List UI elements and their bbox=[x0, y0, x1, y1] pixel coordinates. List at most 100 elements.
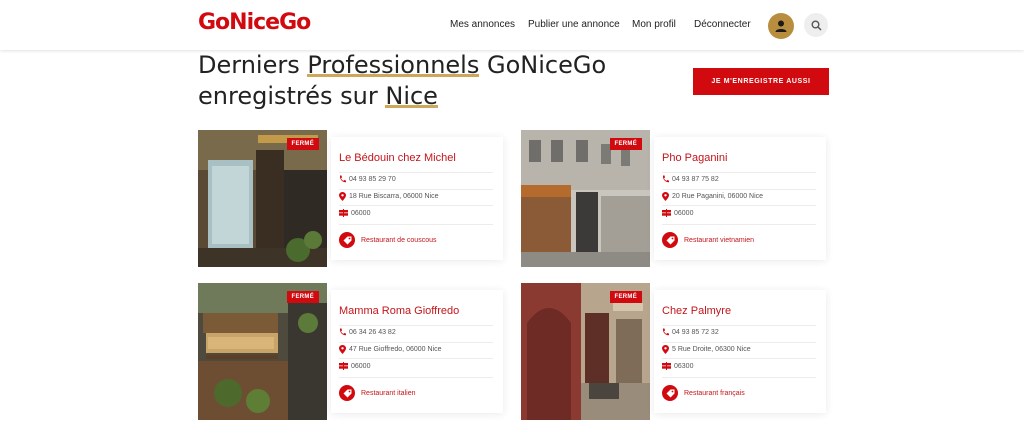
divider bbox=[339, 224, 493, 225]
card-info: Mamma Roma Gioffredo 06 34 26 43 82 47 R… bbox=[331, 290, 503, 413]
postcode: 06000 bbox=[351, 362, 371, 370]
phone-icon bbox=[662, 175, 669, 183]
phone-row: 06 34 26 43 82 bbox=[339, 328, 396, 336]
status-badge: FERMÉ bbox=[286, 291, 319, 303]
postcode-row: 06000 bbox=[339, 362, 370, 370]
phone-row: 04 93 85 29 70 bbox=[339, 175, 396, 183]
category-link[interactable]: Restaurant de couscous bbox=[339, 232, 437, 248]
business-name[interactable]: Mamma Roma Gioffredo bbox=[339, 305, 459, 317]
divider bbox=[662, 342, 816, 343]
phone-number[interactable]: 04 93 87 75 82 bbox=[672, 176, 719, 183]
status-badge: FERMÉ bbox=[609, 291, 642, 303]
category-label[interactable]: Restaurant de couscous bbox=[361, 237, 437, 244]
postcode: 06000 bbox=[351, 209, 371, 217]
divider bbox=[339, 205, 493, 206]
phone-icon bbox=[662, 328, 669, 336]
divider bbox=[339, 342, 493, 343]
divider bbox=[339, 325, 493, 326]
phone-number[interactable]: 06 34 26 43 82 bbox=[349, 329, 396, 336]
phone-number[interactable]: 04 93 85 72 32 bbox=[672, 329, 719, 336]
business-card[interactable]: FERMÉ Pho Paganini 04 93 87 75 82 20 Rue… bbox=[521, 130, 830, 267]
business-photo[interactable]: FERMÉ bbox=[521, 283, 650, 420]
nav-deconnecter[interactable]: Déconnecter bbox=[694, 19, 751, 30]
business-photo[interactable]: FERMÉ bbox=[198, 130, 327, 267]
postcode: 06000 bbox=[674, 209, 694, 217]
divider bbox=[339, 189, 493, 190]
postcode-row: 06000 bbox=[662, 209, 693, 217]
business-name[interactable]: Pho Paganini bbox=[662, 152, 727, 164]
register-button[interactable]: JE M'ENREGISTRE AUSSI bbox=[693, 68, 829, 95]
tag-icon bbox=[662, 385, 678, 401]
divider bbox=[662, 325, 816, 326]
category-label[interactable]: Restaurant français bbox=[684, 390, 745, 397]
category-link[interactable]: Restaurant français bbox=[662, 385, 745, 401]
search-button[interactable] bbox=[804, 13, 828, 37]
card-info: Pho Paganini 04 93 87 75 82 20 Rue Pagan… bbox=[654, 137, 826, 260]
business-name[interactable]: Chez Palmyre bbox=[662, 305, 731, 317]
business-photo[interactable]: FERMÉ bbox=[198, 283, 327, 420]
divider bbox=[662, 172, 816, 173]
title-highlight-professionnels: Professionnels bbox=[307, 51, 480, 79]
site-logo[interactable]: GoNiceGo bbox=[198, 10, 311, 35]
site-header: GoNiceGo Mes annonces Publier une annonc… bbox=[0, 0, 1024, 50]
postcode-row: 06000 bbox=[339, 209, 370, 217]
address: 47 Rue Gioffredo, 06000 Nice bbox=[349, 346, 442, 353]
address: 5 Rue Droite, 06300 Nice bbox=[672, 346, 751, 353]
signpost-icon bbox=[662, 362, 671, 370]
divider bbox=[339, 358, 493, 359]
divider bbox=[662, 377, 816, 378]
address-row: 47 Rue Gioffredo, 06000 Nice bbox=[339, 345, 442, 354]
category-link[interactable]: Restaurant vietnamien bbox=[662, 232, 754, 248]
postcode-row: 06300 bbox=[662, 362, 693, 370]
page-title-line-1: Derniers Professionnels GoNiceGo bbox=[198, 51, 607, 79]
business-photo[interactable]: FERMÉ bbox=[521, 130, 650, 267]
page-title-line-2: enregistrés sur Nice bbox=[198, 82, 438, 110]
phone-row: 04 93 85 72 32 bbox=[662, 328, 719, 336]
title-highlight-nice: Nice bbox=[385, 82, 438, 110]
address-row: 20 Rue Paganini, 06000 Nice bbox=[662, 192, 763, 201]
phone-row: 04 93 87 75 82 bbox=[662, 175, 719, 183]
signpost-icon bbox=[339, 209, 348, 217]
map-pin-icon bbox=[339, 192, 346, 201]
category-label[interactable]: Restaurant italien bbox=[361, 390, 415, 397]
page-title: Derniers Professionnels GoNiceGo enregis… bbox=[198, 50, 606, 112]
signpost-icon bbox=[339, 362, 348, 370]
divider bbox=[339, 172, 493, 173]
phone-icon bbox=[339, 175, 346, 183]
address: 18 Rue Biscarra, 06000 Nice bbox=[349, 193, 439, 200]
business-card[interactable]: FERMÉ Mamma Roma Gioffredo 06 34 26 43 8… bbox=[198, 283, 507, 420]
tag-icon bbox=[662, 232, 678, 248]
business-name[interactable]: Le Bédouin chez Michel bbox=[339, 152, 456, 164]
user-icon bbox=[775, 20, 787, 32]
nav-mon-profil[interactable]: Mon profil bbox=[632, 19, 676, 30]
card-info: Chez Palmyre 04 93 85 72 32 5 Rue Droite… bbox=[654, 290, 826, 413]
divider bbox=[662, 358, 816, 359]
postcode: 06300 bbox=[674, 362, 694, 370]
nav-mes-annonces[interactable]: Mes annonces bbox=[450, 19, 515, 30]
category-link[interactable]: Restaurant italien bbox=[339, 385, 415, 401]
map-pin-icon bbox=[339, 345, 346, 354]
search-icon bbox=[811, 20, 822, 31]
tag-icon bbox=[339, 232, 355, 248]
phone-icon bbox=[339, 328, 346, 336]
address-row: 18 Rue Biscarra, 06000 Nice bbox=[339, 192, 439, 201]
tag-icon bbox=[339, 385, 355, 401]
divider bbox=[662, 224, 816, 225]
card-info: Le Bédouin chez Michel 04 93 85 29 70 18… bbox=[331, 137, 503, 260]
avatar[interactable] bbox=[768, 13, 794, 39]
divider bbox=[339, 377, 493, 378]
divider bbox=[662, 205, 816, 206]
address: 20 Rue Paganini, 06000 Nice bbox=[672, 193, 764, 200]
status-badge: FERMÉ bbox=[286, 138, 319, 150]
nav-publier-une-annonce[interactable]: Publier une annonce bbox=[528, 19, 620, 30]
address-row: 5 Rue Droite, 06300 Nice bbox=[662, 345, 751, 354]
status-badge: FERMÉ bbox=[609, 138, 642, 150]
divider bbox=[662, 189, 816, 190]
business-card[interactable]: FERMÉ Le Bédouin chez Michel 04 93 85 29… bbox=[198, 130, 507, 267]
phone-number[interactable]: 04 93 85 29 70 bbox=[349, 176, 396, 183]
signpost-icon bbox=[662, 209, 671, 217]
business-card[interactable]: FERMÉ Chez Palmyre 04 93 85 72 32 5 Rue … bbox=[521, 283, 830, 420]
map-pin-icon bbox=[662, 192, 669, 201]
map-pin-icon bbox=[662, 345, 669, 354]
category-label[interactable]: Restaurant vietnamien bbox=[684, 237, 754, 244]
